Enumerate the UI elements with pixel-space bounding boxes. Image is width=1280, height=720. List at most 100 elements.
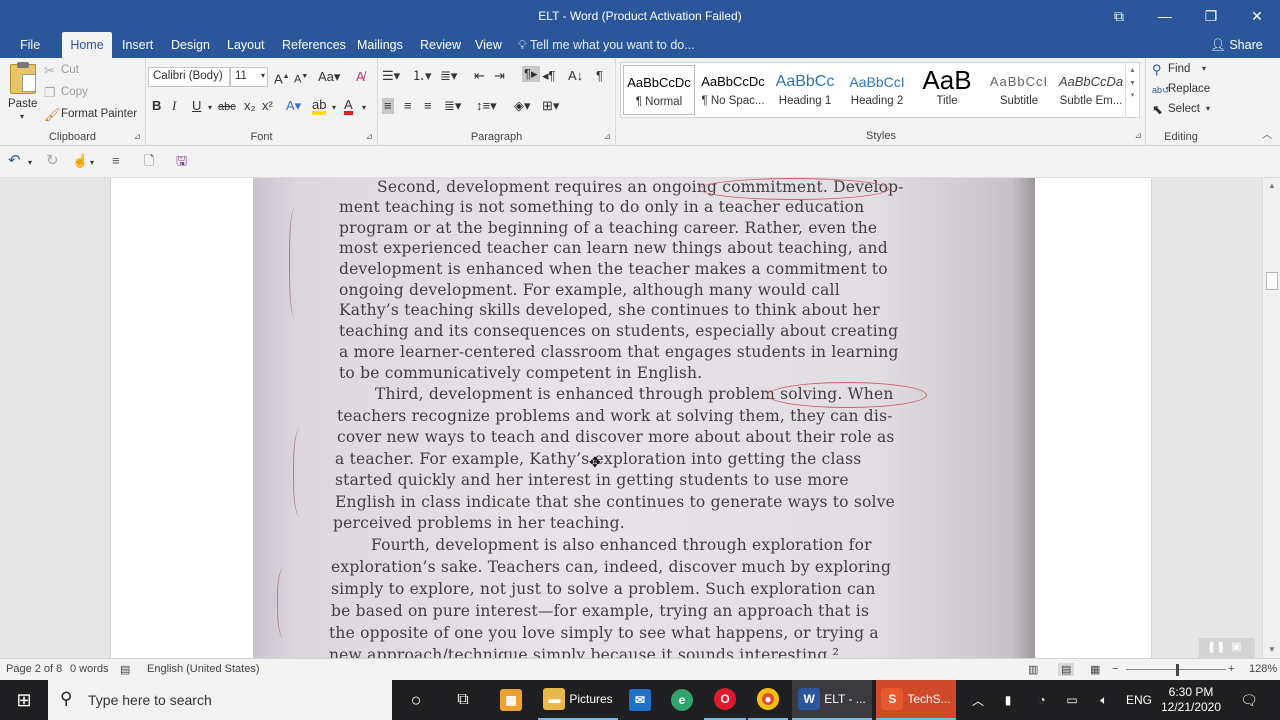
ltr-text-icon[interactable]: ¶▸	[522, 66, 540, 82]
multilevel-list-icon[interactable]: ≣▾	[440, 68, 457, 84]
word-count[interactable]: 0 words	[70, 663, 109, 675]
font-color-dropdown-icon[interactable]: ▾	[362, 100, 366, 116]
tab-home[interactable]: Home	[62, 32, 112, 58]
pause-icon[interactable]: ❚❚	[1207, 640, 1225, 653]
document-page[interactable]: Second, development requires an ongoing …	[110, 178, 1255, 658]
superscript-button[interactable]: x²	[262, 98, 273, 114]
clipboard-launcher-icon[interactable]: ⊿	[133, 131, 141, 142]
align-center-icon[interactable]: ≡	[404, 98, 412, 114]
new-document-icon[interactable]: 🗋︎	[144, 153, 154, 169]
tab-view[interactable]: View	[467, 32, 510, 58]
mail-button[interactable]: ✉	[620, 680, 660, 720]
tab-review[interactable]: Review	[412, 32, 469, 58]
text-effects-icon[interactable]: A▾	[286, 98, 301, 114]
chrome-button[interactable]: ●	[748, 680, 788, 720]
tab-insert[interactable]: Insert	[114, 32, 161, 58]
clock[interactable]: 6:30 PM 12/21/2020	[1158, 680, 1224, 720]
increase-indent-icon[interactable]: ⇥	[494, 68, 505, 84]
sort-icon[interactable]: A↓	[568, 68, 583, 84]
borders-icon[interactable]: ⊞▾	[542, 98, 559, 114]
shading-icon[interactable]: ◈▾	[514, 98, 531, 114]
repeat-icon[interactable]: ↻	[46, 153, 59, 169]
task-view-button[interactable]: ⧉	[442, 680, 484, 720]
styles-gallery-scroller[interactable]: ▲ ▼ ▾	[1125, 63, 1139, 117]
cortana-button[interactable]: ○	[396, 680, 436, 720]
align-left-icon[interactable]: ≡	[382, 98, 394, 114]
read-mode-icon[interactable]: ▥	[1028, 663, 1038, 676]
proofing-icon[interactable]: ▤	[120, 663, 130, 676]
save-icon[interactable]: 🖫︎	[176, 153, 187, 169]
paste-button[interactable]: Paste ▾	[6, 62, 40, 124]
grow-font-icon[interactable]: A▲	[274, 69, 290, 87]
edge-button[interactable]: e	[662, 680, 702, 720]
collapse-ribbon-icon[interactable]: ︿	[1262, 128, 1272, 144]
show-hidden-icons-icon[interactable]: ︿	[966, 680, 990, 720]
tab-mailings[interactable]: Mailings	[349, 32, 411, 58]
usb-device-icon[interactable]: ▮	[996, 680, 1020, 720]
picture-icon[interactable]: ▣	[1231, 640, 1241, 653]
volume-icon[interactable]: 🔈︎	[1092, 680, 1116, 720]
bullets-icon[interactable]: ☰▾	[382, 68, 400, 84]
justify-icon[interactable]: ≣▾	[444, 98, 461, 114]
opera-button[interactable]: O	[704, 680, 746, 720]
font-color-icon[interactable]: A	[344, 98, 353, 115]
battery-icon[interactable]: ▭	[1060, 680, 1084, 720]
scroll-up-icon[interactable]: ▲	[1263, 178, 1280, 194]
style-heading-1[interactable]: AaBbCc Heading 1	[769, 65, 841, 115]
numbering-icon[interactable]: ⒈▾	[412, 68, 432, 84]
input-language[interactable]: ENG	[1124, 680, 1154, 720]
minimize-button[interactable]: —	[1142, 0, 1188, 32]
subscript-button[interactable]: x₂	[244, 98, 256, 114]
style-title[interactable]: AaB Title	[911, 65, 983, 115]
style-heading-2[interactable]: AaBbCcI Heading 2	[841, 65, 913, 115]
undo-dropdown-icon[interactable]: ▾	[28, 155, 32, 171]
vertical-scrollbar[interactable]: ▲ ▼	[1262, 178, 1280, 658]
taskbar-word[interactable]: W ELT - ...	[792, 680, 872, 720]
touch-mode-icon[interactable]: ☝	[72, 153, 88, 169]
bold-button[interactable]: B	[152, 98, 161, 114]
store-button[interactable]: ▦	[490, 680, 532, 720]
underline-dropdown-icon[interactable]: ▾	[208, 100, 212, 116]
more-styles-icon[interactable]: ▾	[1126, 91, 1139, 99]
zoom-in-icon[interactable]: +	[1228, 663, 1234, 675]
ribbon-display-options-button[interactable]: ⧉	[1096, 0, 1142, 32]
underline-button[interactable]: U	[192, 98, 201, 114]
style-subtitle[interactable]: AaBbCcI Subtitle	[983, 65, 1055, 115]
rtl-text-icon[interactable]: ◂¶	[542, 68, 556, 84]
tab-file[interactable]: File	[12, 32, 48, 58]
style-normal[interactable]: AaBbCcDc ¶ Normal	[623, 65, 695, 115]
show-formatting-marks-icon[interactable]: ¶	[596, 68, 603, 84]
taskbar-pictures[interactable]: ▬ Pictures	[538, 680, 618, 720]
tab-layout[interactable]: Layout	[219, 32, 273, 58]
network-icon[interactable]: ◔	[1030, 680, 1054, 720]
zoom-slider-thumb[interactable]	[1176, 664, 1179, 676]
change-case-icon[interactable]: Aa▾	[318, 69, 340, 85]
zoom-level[interactable]: 128%	[1249, 663, 1277, 675]
undo-icon[interactable]: ↶	[8, 153, 21, 169]
tell-me-box[interactable]: 💡︎ Tell me what you want to do...	[518, 32, 695, 58]
web-layout-icon[interactable]: ▦	[1090, 663, 1100, 676]
taskbar-search-box[interactable]: ⚲ Type here to search	[48, 680, 392, 720]
line-spacing-icon[interactable]: ↕≡▾	[476, 98, 497, 114]
styles-launcher-icon[interactable]: ⊿	[1134, 130, 1142, 141]
page-count[interactable]: Page 2 of 8	[6, 663, 62, 675]
strikethrough-button[interactable]: abc	[218, 99, 236, 115]
highlight-icon[interactable]: ab	[312, 98, 327, 115]
font-name-combo[interactable]: Calibri (Body)	[148, 67, 230, 87]
scroll-thumb[interactable]	[1266, 272, 1278, 290]
style-subtle-emphasis[interactable]: AaBbCcDa Subtle Em...	[1055, 65, 1127, 115]
align-icon[interactable]: ≡	[112, 153, 120, 169]
paragraph-launcher-icon[interactable]: ⊿	[603, 131, 611, 142]
tab-references[interactable]: References	[274, 32, 354, 58]
chevron-up-icon[interactable]: ▲	[1126, 67, 1139, 74]
touch-dropdown-icon[interactable]: ▾	[90, 155, 94, 171]
zoom-out-icon[interactable]: −	[1112, 663, 1118, 675]
decrease-indent-icon[interactable]: ⇤	[474, 68, 485, 84]
language-indicator[interactable]: English (United States)	[147, 663, 260, 675]
close-button[interactable]: ✕	[1234, 0, 1280, 32]
view-overlay-control[interactable]: ❚❚ ▣	[1199, 638, 1255, 658]
align-right-icon[interactable]: ≡	[424, 98, 432, 114]
start-button[interactable]: ⊞	[0, 680, 48, 720]
scroll-down-icon[interactable]: ▼	[1263, 642, 1280, 658]
shrink-font-icon[interactable]: A▼	[294, 69, 308, 88]
